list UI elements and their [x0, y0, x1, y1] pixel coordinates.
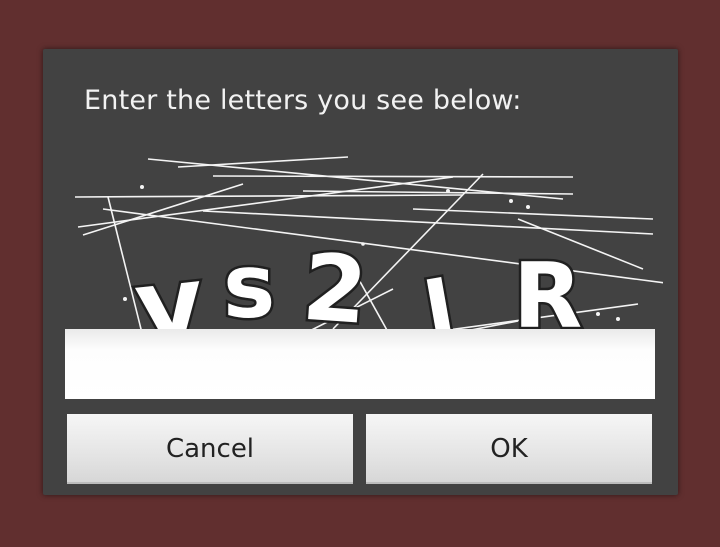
ok-button[interactable]: OK [366, 414, 652, 484]
cancel-button[interactable]: Cancel [67, 414, 353, 484]
dialog-prompt: Enter the letters you see below: [84, 85, 522, 116]
svg-text:s: s [223, 235, 275, 338]
captcha-answer-input[interactable] [65, 329, 655, 399]
captcha-dialog: Enter the letters you see below: y s 2 l… [43, 49, 678, 495]
